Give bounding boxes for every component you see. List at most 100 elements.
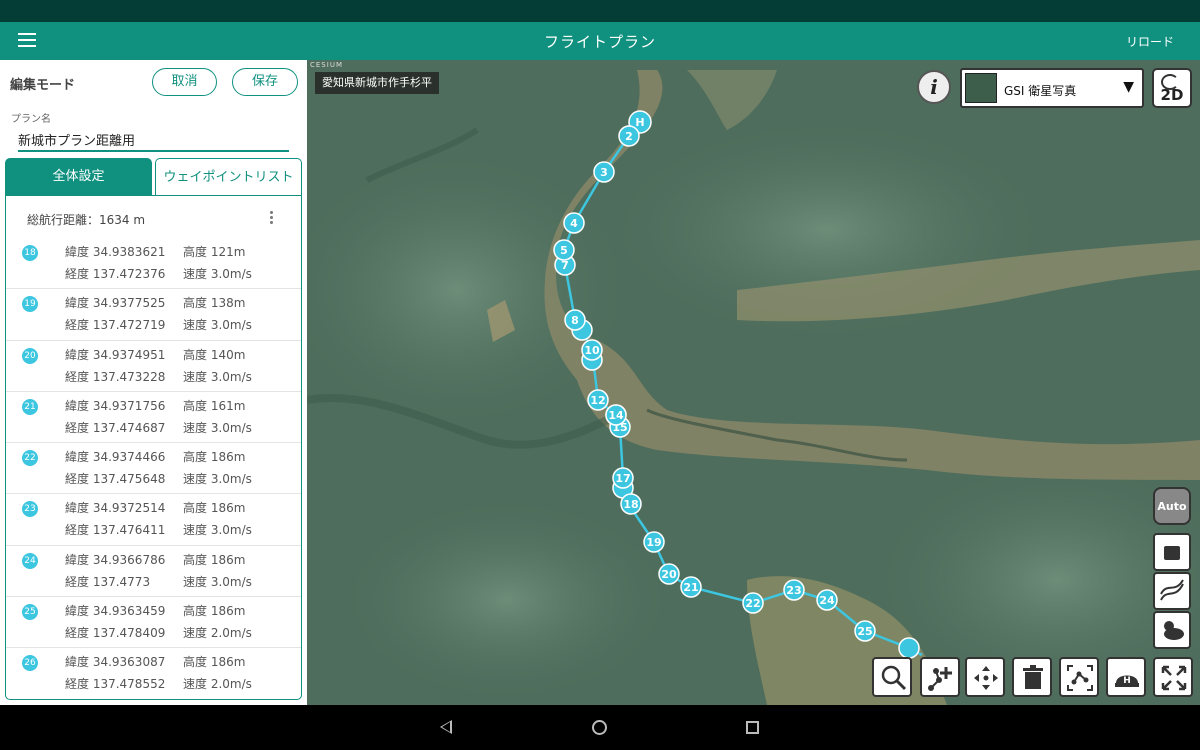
waypoint-longitude: 経度 137.4773 (65, 574, 151, 589)
waypoint-latitude: 緯度 34.9383621 (65, 245, 166, 259)
waypoint-speed: 速度 3.0m/s (183, 523, 252, 538)
waypoint-marker[interactable]: 17 (612, 467, 634, 489)
waypoint-latitude: 緯度 34.9377525 (65, 296, 166, 311)
waypoint-speed: 速度 3.0m/s (183, 318, 252, 333)
waypoint-row[interactable]: 20 緯度 34.9374951 経度 137.473228 高度 140m 速… (6, 341, 301, 392)
satellite-map[interactable]: H 2 3 4 7 5 8 10 12 13 15 14 17 18 19 20… (307, 60, 1200, 705)
expand-button[interactable] (1153, 657, 1193, 697)
waypoint-row[interactable]: 23 緯度 34.9372514 経度 137.476411 高度 186m 速… (6, 494, 301, 546)
add-waypoint-icon (928, 667, 952, 691)
waypoint-marker[interactable]: 12 (587, 389, 609, 411)
waypoint-marker[interactable]: 25 (854, 620, 876, 642)
svg-text:4: 4 (570, 217, 578, 230)
waypoint-marker[interactable]: 24 (816, 589, 838, 611)
waypoint-row[interactable]: 18 緯度 34.9383621 経度 137.472376 高度 121m 速… (6, 238, 301, 290)
system-nav-bar (0, 705, 1200, 750)
zoom-button[interactable] (872, 657, 912, 697)
camera-button[interactable] (1153, 533, 1191, 571)
svg-text:21: 21 (683, 581, 698, 594)
tab-global-settings[interactable]: 全体設定 (5, 158, 152, 195)
tab-waypoint-list[interactable]: ウェイポイントリスト (155, 158, 302, 195)
app-bar: フライトプラン リロード (0, 22, 1200, 60)
more-options-icon[interactable] (264, 209, 278, 229)
recent-apps-icon[interactable] (746, 721, 759, 734)
waypoint-marker[interactable]: 19 (643, 531, 665, 553)
caret-down-icon: ▼ (1123, 79, 1134, 95)
move-button[interactable] (965, 657, 1005, 697)
waypoint-list-panel: 総航行距離：1634 m 18 緯度 34.9383621 経度 137.472… (5, 195, 302, 700)
waypoint-marker[interactable]: 22 (742, 592, 764, 614)
weather-button[interactable] (1153, 611, 1191, 649)
reload-button[interactable]: リロード (1126, 33, 1174, 50)
waypoint-number-badge: 18 (22, 245, 38, 261)
waypoint-marker[interactable]: 10 (581, 339, 603, 361)
flight-path-button[interactable] (1153, 572, 1191, 610)
back-icon[interactable] (440, 720, 452, 734)
waypoint-row[interactable]: 22 緯度 34.9374466 経度 137.475648 高度 186m 速… (6, 443, 301, 495)
svg-text:H: H (1123, 676, 1131, 686)
waypoint-latitude: 緯度 34.9363459 (65, 604, 166, 619)
waypoint-marker[interactable]: 23 (783, 579, 805, 601)
auto-button[interactable]: Auto (1153, 487, 1191, 525)
edit-panel: 編集モード 取消 保存 プラン名 全体設定 ウェイポイントリスト 総航行距離：1… (0, 60, 307, 705)
view-mode-button[interactable]: 2D (1152, 68, 1192, 108)
waypoint-row[interactable]: 26 緯度 34.9363087 経度 137.478552 高度 186m 速… (6, 648, 301, 699)
waypoint-number-badge: 25 (22, 604, 38, 621)
waypoint-longitude: 経度 137.474687 (65, 420, 166, 435)
weather-icon (1164, 621, 1184, 640)
zoom-icon (881, 665, 907, 691)
camera-icon (1164, 546, 1180, 560)
waypoint-altitude: 高度 161m (183, 398, 246, 413)
waypoint-number-badge: 26 (22, 655, 38, 672)
waypoint-longitude: 経度 137.476411 (65, 523, 166, 538)
waypoint-marker[interactable]: 14 (605, 404, 627, 426)
save-button[interactable]: 保存 (232, 68, 298, 96)
waypoint-marker[interactable]: 3 (593, 161, 615, 183)
home-icon[interactable] (592, 720, 607, 735)
waypoint-longitude: 経度 137.475648 (65, 472, 166, 487)
trash-icon (1023, 665, 1043, 689)
waypoint-speed: 速度 2.0m/s (183, 677, 252, 692)
waypoint-longitude: 経度 137.473228 (65, 369, 166, 384)
waypoint-speed: 速度 3.0m/s (183, 472, 252, 487)
waypoint-list: 18 緯度 34.9383621 経度 137.472376 高度 121m 速… (6, 238, 301, 699)
svg-text:17: 17 (615, 472, 630, 485)
waypoint-marker[interactable]: 20 (658, 563, 680, 585)
route-button[interactable] (1059, 657, 1099, 697)
waypoint-marker[interactable]: 18 (620, 493, 642, 515)
expand-icon (1161, 665, 1187, 691)
waypoint-altitude: 高度 186m (183, 552, 246, 567)
add-waypoint-button[interactable] (920, 657, 960, 697)
waypoint-marker[interactable]: 5 (553, 239, 575, 261)
waypoint-speed: 速度 2.0m/s (183, 626, 252, 641)
svg-text:24: 24 (819, 594, 835, 607)
waypoint-speed: 速度 3.0m/s (183, 574, 252, 589)
total-distance: 総航行距離：1634 m (27, 213, 146, 227)
svg-text:20: 20 (661, 568, 677, 581)
svg-text:3: 3 (600, 166, 608, 179)
waypoint-marker[interactable]: 21 (680, 576, 702, 598)
waypoint-row[interactable]: 19 緯度 34.9377525 経度 137.472719 高度 138m 速… (6, 289, 301, 341)
waypoint-latitude: 緯度 34.9372514 (65, 501, 166, 516)
svg-text:23: 23 (786, 584, 801, 597)
plan-name-input[interactable] (18, 128, 289, 152)
waypoint-marker[interactable]: 8 (564, 309, 586, 331)
waypoint-altitude: 高度 186m (183, 501, 246, 516)
cancel-button[interactable]: 取消 (152, 68, 217, 96)
waypoint-latitude: 緯度 34.9366786 (65, 552, 166, 567)
waypoint-marker[interactable]: 4 (563, 212, 585, 234)
delete-button[interactable] (1012, 657, 1052, 697)
map-layer-select[interactable]: GSI 衛星写真 ▼ (960, 68, 1144, 108)
waypoint-row[interactable]: 25 緯度 34.9363459 経度 137.478409 高度 186m 速… (6, 597, 301, 649)
svg-text:14: 14 (608, 409, 624, 422)
home-point-button[interactable]: H (1106, 657, 1146, 697)
svg-text:18: 18 (623, 498, 638, 511)
waypoint-marker[interactable]: 2 (618, 125, 640, 147)
waypoint-row[interactable]: 24 緯度 34.9366786 経度 137.4773 高度 186m 速度 … (6, 546, 301, 598)
svg-text:25: 25 (857, 625, 872, 638)
info-button[interactable]: i (917, 70, 951, 104)
waypoint-row[interactable]: 21 緯度 34.9371756 経度 137.474687 高度 161m 速… (6, 392, 301, 444)
waypoint-marker[interactable] (898, 637, 920, 659)
waypoint-latitude: 緯度 34.9374951 (65, 347, 166, 362)
waypoint-speed: 速度 3.0m/s (183, 420, 252, 435)
